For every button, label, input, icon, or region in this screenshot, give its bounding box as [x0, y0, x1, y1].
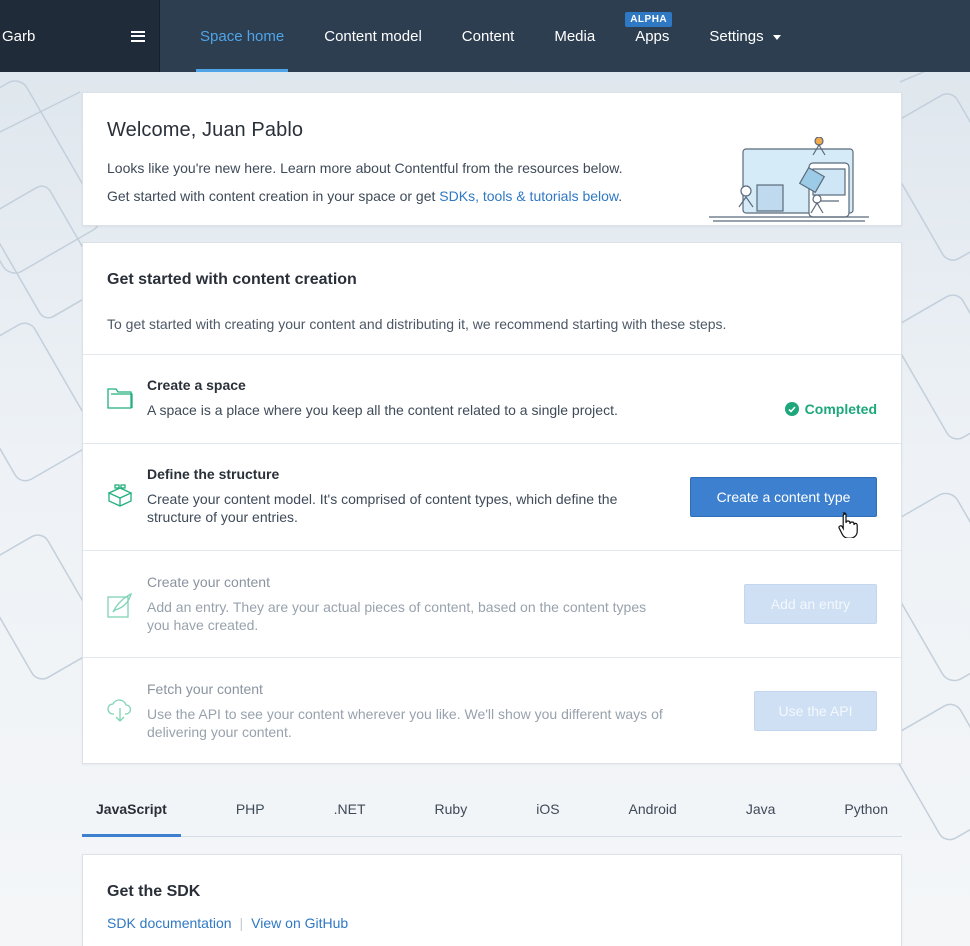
tab-java[interactable]: Java	[732, 788, 790, 836]
space-name: Garb	[2, 27, 36, 45]
sdk-language-tabs: JavaScript PHP .NET Ruby iOS Android Jav…	[82, 788, 902, 837]
step-description: Use the API to see your content wherever…	[147, 706, 663, 740]
step-description: Add an entry. They are your actual piece…	[147, 599, 647, 633]
main-nav: Space home Content model Content Media A…	[160, 0, 801, 72]
nav-settings[interactable]: Settings	[689, 0, 800, 72]
step-title: Fetch your content	[147, 681, 263, 697]
step-title: Define the structure	[147, 466, 280, 482]
get-started-header: Get started with content creation To get…	[83, 243, 901, 355]
folder-icon	[107, 388, 133, 409]
top-navigation: Garb Space home Content model Content Me…	[0, 0, 970, 72]
step-create-content: Create your content Add an entry. They a…	[83, 551, 901, 658]
nav-media[interactable]: Media	[534, 0, 615, 72]
step-text: Define the structure Create your content…	[147, 466, 672, 526]
sdk-links: SDK documentation | View on GitHub	[107, 915, 877, 931]
link-separator: |	[239, 915, 244, 931]
tab-ios[interactable]: iOS	[522, 788, 573, 836]
tab-android[interactable]: Android	[615, 788, 691, 836]
step-create-space: Create a space A space is a place where …	[83, 355, 901, 444]
sdk-title: Get the SDK	[107, 883, 201, 900]
view-on-github-link[interactable]: View on GitHub	[251, 915, 348, 931]
step-description: Create your content model. It's comprise…	[147, 491, 618, 525]
tab-php[interactable]: PHP	[222, 788, 279, 836]
hand-cursor-icon	[838, 512, 858, 538]
create-content-type-button[interactable]: Create a content type	[690, 477, 877, 517]
welcome-line-2-end: .	[618, 188, 623, 204]
nav-content[interactable]: Content	[442, 0, 535, 72]
sdk-documentation-link[interactable]: SDK documentation	[107, 915, 232, 931]
tab-dotnet[interactable]: .NET	[320, 788, 380, 836]
step-title: Create a space	[147, 377, 246, 393]
nav-content-model[interactable]: Content model	[304, 0, 442, 72]
quill-icon	[107, 592, 132, 618]
check-circle-icon	[784, 402, 799, 416]
sdks-tutorials-link[interactable]: SDKs, tools & tutorials below	[439, 188, 618, 204]
welcome-card: Welcome, Juan Pablo Looks like you're ne…	[82, 92, 902, 226]
step-description: A space is a place where you keep all th…	[147, 402, 618, 418]
completed-status: Completed	[784, 401, 877, 417]
welcome-line-2-text: Get started with content creation in you…	[107, 188, 440, 204]
sdk-card: Get the SDK SDK documentation | View on Gi…	[82, 854, 902, 946]
nav-label: Space home	[200, 27, 285, 45]
step-text: Create your content Add an entry. They a…	[147, 574, 672, 634]
get-started-card: Get started with content creation To get…	[82, 242, 902, 764]
step-text: Create a space A space is a place where …	[147, 377, 672, 419]
nav-label: Content model	[324, 27, 422, 45]
nav-label: Content	[461, 27, 515, 45]
hamburger-menu-icon[interactable]	[131, 30, 145, 42]
step-define-structure: Define the structure Create your content…	[83, 444, 901, 551]
nav-label: Media	[554, 27, 596, 45]
cloud-download-icon	[107, 699, 132, 722]
completed-label: Completed	[804, 401, 877, 417]
chevron-down-icon	[772, 34, 781, 40]
get-started-title: Get started with content creation	[107, 271, 357, 288]
add-entry-button[interactable]: Add an entry	[744, 584, 877, 624]
step-text: Fetch your content Use the API to see yo…	[147, 681, 672, 741]
tab-ruby[interactable]: Ruby	[421, 788, 482, 836]
alpha-badge: ALPHA	[625, 12, 673, 27]
get-started-intro: To get started with creating your conten…	[107, 316, 727, 332]
step-title: Create your content	[147, 574, 270, 590]
nav-label: Settings	[709, 27, 764, 45]
step-fetch-content: Fetch your content Use the API to see yo…	[83, 658, 901, 764]
space-switcher[interactable]: Garb	[0, 0, 160, 72]
welcome-illustration	[709, 137, 869, 222]
nav-space-home[interactable]: Space home	[180, 0, 304, 72]
nav-label: Apps	[635, 27, 670, 45]
blocks-icon	[107, 484, 133, 507]
use-the-api-button[interactable]: Use the API	[754, 691, 877, 731]
nav-apps[interactable]: ALPHA Apps	[615, 0, 689, 72]
tab-javascript[interactable]: JavaScript	[82, 788, 181, 837]
tab-python[interactable]: Python	[830, 788, 902, 836]
